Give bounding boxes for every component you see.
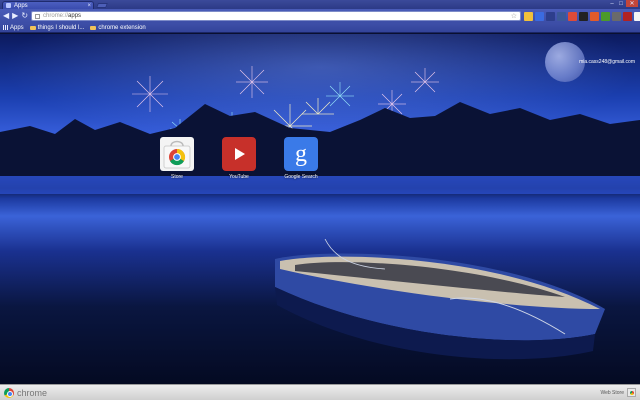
apps-grid: Store YouTube g Google Search: [150, 137, 328, 180]
ext-7-icon[interactable]: [590, 11, 600, 21]
minimize-button[interactable]: –: [608, 0, 616, 7]
bookmark-folder-chrome-extension[interactable]: chrome extension: [90, 24, 146, 31]
bookmarks-bar: Apps things I should l... chrome extensi…: [0, 23, 640, 33]
browser-toolbar: ◀ ▶ ↻ chrome://apps ☆ ≡: [0, 9, 640, 23]
ext-5-icon[interactable]: [568, 11, 578, 21]
bookmark-star-icon[interactable]: ☆: [511, 13, 517, 20]
ext-6-icon[interactable]: [579, 11, 589, 21]
ext-1-icon[interactable]: [524, 11, 534, 21]
ext-9-icon[interactable]: [612, 11, 622, 21]
forward-button[interactable]: ▶: [12, 12, 18, 21]
app-label: Store: [171, 174, 183, 180]
tab-apps[interactable]: Apps ×: [2, 1, 94, 9]
ext-10-icon[interactable]: [623, 11, 633, 21]
ext-4-icon[interactable]: [557, 11, 567, 21]
apps-tab-icon: [6, 3, 11, 8]
folder-icon: [29, 25, 36, 30]
url-scheme: chrome://: [43, 13, 69, 19]
new-tab-page: mia.cass248@gmail.com Store YouTube g Go…: [0, 34, 640, 384]
web-store-link[interactable]: Web Store: [600, 388, 636, 397]
close-window-button[interactable]: ✕: [626, 0, 638, 7]
app-youtube[interactable]: YouTube: [212, 137, 266, 180]
bookmark-label: things I should l...: [37, 24, 85, 31]
chrome-wordmark: chrome: [17, 387, 48, 398]
ext-3-icon[interactable]: [546, 11, 556, 21]
app-store[interactable]: Store: [150, 137, 204, 180]
chrome-web-store-icon[interactable]: [160, 137, 194, 171]
back-button[interactable]: ◀: [3, 12, 9, 21]
bottom-bar: chrome Web Store: [0, 384, 640, 400]
reload-button[interactable]: ↻: [21, 12, 28, 21]
web-store-icon: [627, 388, 636, 397]
window-controls: – □ ✕: [608, 0, 638, 7]
url-path: apps: [68, 13, 82, 19]
rowboat-image: [275, 239, 605, 360]
web-store-label: Web Store: [600, 389, 624, 396]
apps-grid-icon: [3, 25, 8, 30]
ext-11-icon[interactable]: [634, 11, 640, 21]
app-label: YouTube: [229, 174, 249, 180]
page-icon: [35, 13, 41, 19]
bookmark-folder-things[interactable]: things I should l...: [29, 24, 85, 31]
chrome-logo-icon: [4, 387, 14, 398]
tab-close-icon[interactable]: ×: [87, 3, 91, 9]
extension-icons: [524, 11, 640, 21]
bookmark-label: chrome extension: [98, 24, 146, 31]
maximize-button[interactable]: □: [617, 0, 625, 7]
app-label: Google Search: [284, 174, 318, 180]
google-g-icon[interactable]: g: [284, 137, 318, 171]
tab-title: Apps: [14, 2, 28, 9]
ext-8-icon[interactable]: [601, 11, 611, 21]
folder-icon: [90, 25, 97, 30]
user-email[interactable]: mia.cass248@gmail.com: [579, 59, 635, 65]
youtube-play-icon[interactable]: [222, 137, 256, 171]
new-tab-button[interactable]: [96, 3, 108, 8]
bookmark-apps-label: Apps: [10, 24, 24, 31]
app-google-search[interactable]: g Google Search: [274, 137, 328, 180]
ext-2-icon[interactable]: [535, 11, 545, 21]
address-bar[interactable]: chrome://apps ☆: [31, 11, 522, 21]
bookmark-apps[interactable]: Apps: [3, 25, 24, 31]
title-bar: Apps × – □ ✕: [0, 0, 640, 9]
url-text: chrome://apps: [43, 13, 81, 19]
